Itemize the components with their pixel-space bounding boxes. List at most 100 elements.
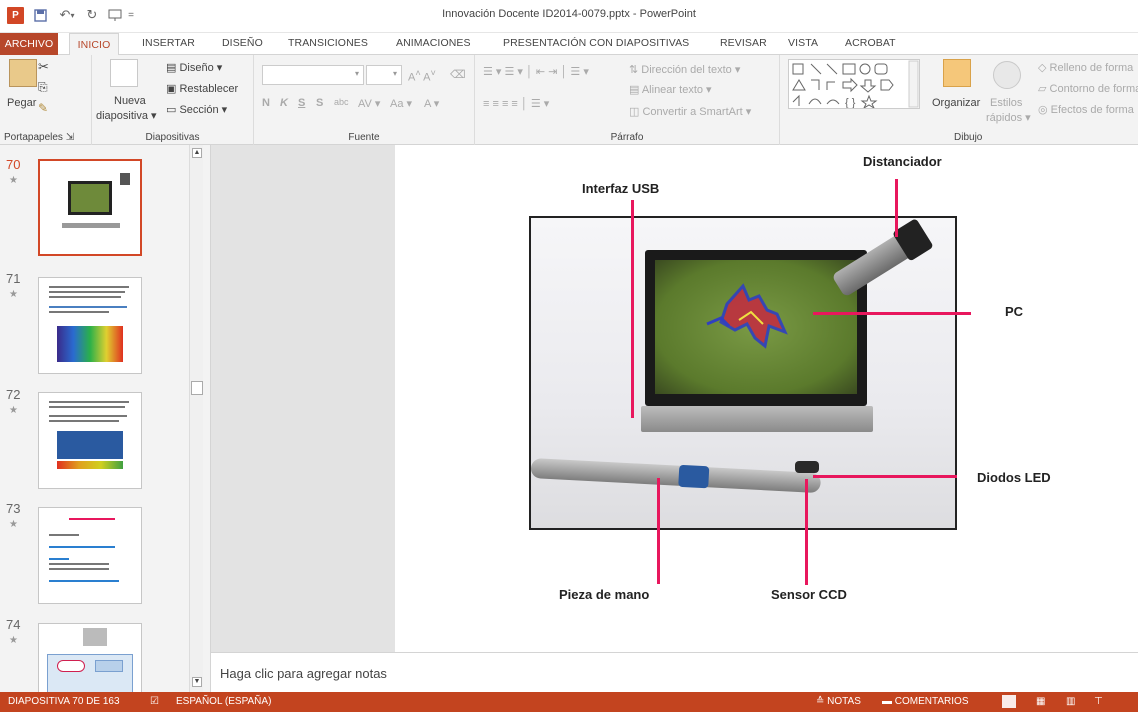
label-usb-interface: Interfaz USB xyxy=(582,181,660,196)
new-slide-label-1[interactable]: Nueva xyxy=(114,95,146,107)
text-direction-button[interactable]: ⇅ Dirección del texto ▾ xyxy=(629,63,740,76)
slide-sorter-icon[interactable]: ▦ xyxy=(1036,696,1045,707)
thumb-number-72: 72 xyxy=(6,387,21,402)
font-family-dropdown[interactable]: ▾ xyxy=(262,65,364,85)
caries-overlay xyxy=(706,283,788,349)
format-painter-icon[interactable]: ✎ xyxy=(38,101,48,115)
arrange-button[interactable]: Organizar xyxy=(932,97,980,109)
slide-thumbnail-72[interactable] xyxy=(38,392,142,489)
bold-button[interactable]: N xyxy=(262,97,270,109)
label-pc: PC xyxy=(1005,304,1024,319)
shapes-gallery[interactable]: { } xyxy=(788,59,920,110)
thumb-handpiece xyxy=(62,223,120,228)
thumb-laptop xyxy=(68,181,112,215)
quick-styles-label-2[interactable]: rápidos ▾ xyxy=(986,111,1031,124)
tab-insertar[interactable]: INSERTAR xyxy=(142,37,195,49)
slide-canvas[interactable]: Interfaz USB Distanciador PC Diodos LED … xyxy=(395,145,1138,652)
star-icon: ★ xyxy=(9,289,18,300)
star-icon: ★ xyxy=(9,519,18,530)
slide-thumbnail-70[interactable] xyxy=(38,159,142,256)
handpiece-tip xyxy=(795,461,819,473)
paste-button[interactable]: Pegar xyxy=(7,97,36,109)
align-text-button[interactable]: ▤ Alinear texto ▾ xyxy=(629,83,712,96)
italic-button[interactable]: K xyxy=(280,97,288,109)
layout-button[interactable]: ▤ Diseño ▾ xyxy=(166,61,222,74)
handpiece-blue-band xyxy=(678,464,710,489)
pointer-line-leds xyxy=(813,475,957,478)
new-slide-icon[interactable] xyxy=(110,59,138,87)
scroll-down-icon[interactable]: ▼ xyxy=(192,677,202,687)
thumb-number-74: 74 xyxy=(6,617,21,632)
svg-text:{ }: { } xyxy=(845,97,856,108)
slide-thumbnail-74[interactable] xyxy=(38,623,142,692)
star-icon: ★ xyxy=(9,405,18,416)
shape-outline-button[interactable]: ▱ Contorno de forma xyxy=(1038,82,1138,95)
pointer-line-handpiece xyxy=(657,478,660,584)
slide-thumbnail-71[interactable] xyxy=(38,277,142,374)
tab-transiciones[interactable]: TRANSICIONES xyxy=(288,37,368,49)
group-font: ▾ ▾ A˄ A˅ ⌫ N K S S abc AV ▾ Aa ▾ A ▾ Fu… xyxy=(254,55,475,145)
spacing-icon[interactable]: AV ▾ xyxy=(358,97,380,110)
tab-animaciones[interactable]: ANIMACIONES xyxy=(396,37,471,49)
star-icon: ★ xyxy=(9,175,18,186)
arrange-icon[interactable] xyxy=(943,59,971,87)
new-slide-label-2[interactable]: diapositiva ▾ xyxy=(96,109,157,122)
copy-icon[interactable]: ⎘ xyxy=(38,80,48,95)
comments-button[interactable]: ▬ COMENTARIOS xyxy=(882,696,969,707)
strikethrough-icon[interactable]: abc xyxy=(334,97,349,107)
font-size-dropdown[interactable]: ▾ xyxy=(366,65,402,85)
thumbnail-scrollbar[interactable]: ▲ ▼ xyxy=(189,145,203,692)
notes-pane[interactable]: Haga clic para agregar notas xyxy=(211,652,1138,692)
cut-icon[interactable]: ✂ xyxy=(38,59,49,75)
thumb-number-71: 71 xyxy=(6,271,21,286)
align-icons[interactable]: ≡ ≡ ≡ ≡ │ ☰ ▾ xyxy=(483,97,549,110)
title-bar: P ↶ ▾ ↻ = Innovación Docente ID2014-0079.… xyxy=(0,0,1138,33)
quick-styles-icon[interactable] xyxy=(993,61,1021,89)
slide-editing-area: Interfaz USB Distanciador PC Diodos LED … xyxy=(211,145,1138,652)
tab-vista[interactable]: VISTA xyxy=(788,37,818,49)
font-color-icon[interactable]: A ▾ xyxy=(424,97,439,110)
reset-button[interactable]: ▣ Restablecer xyxy=(166,82,238,95)
group-label-paragraph: Párrafo xyxy=(610,132,644,143)
scroll-up-icon[interactable]: ▲ xyxy=(192,148,202,158)
clear-format-icon[interactable]: ⌫ xyxy=(450,68,466,81)
tab-archivo[interactable]: ARCHIVO xyxy=(0,33,58,55)
device-photo xyxy=(529,216,957,530)
tab-diseno[interactable]: DISEÑO xyxy=(222,37,263,49)
grow-font-icon[interactable]: A˄ A˅ xyxy=(408,68,436,84)
group-label-drawing: Dibujo xyxy=(954,132,983,143)
underline-button[interactable]: S xyxy=(298,97,305,109)
slide-thumbnail-73[interactable] xyxy=(38,507,142,604)
group-drawing: { } Organizar Estilos rápidos ▾ ◇ Rellen… xyxy=(780,55,1138,145)
ribbon: Pegar ✂ ⎘ ✎ Portapapeles ⇲ Nueva diaposi… xyxy=(0,55,1138,145)
scroll-thumb[interactable] xyxy=(191,381,203,395)
group-label-font: Fuente xyxy=(348,132,380,143)
tab-inicio[interactable]: INICIO xyxy=(69,33,119,56)
smartart-button[interactable]: ◫ Convertir a SmartArt ▾ xyxy=(629,105,751,118)
section-button[interactable]: ▭ Sección ▾ xyxy=(166,103,227,116)
pointer-line-usb xyxy=(631,200,634,418)
shadow-button[interactable]: S xyxy=(316,97,323,109)
slideshow-view-icon[interactable]: ⊤ xyxy=(1094,696,1103,707)
tab-acrobat[interactable]: ACROBAT xyxy=(845,37,896,49)
shape-fill-button[interactable]: ◇ Relleno de forma xyxy=(1038,61,1133,74)
thumb-spacer xyxy=(120,173,130,185)
quick-styles-label-1[interactable]: Estilos xyxy=(990,97,1022,109)
paste-icon[interactable] xyxy=(9,59,37,87)
reading-view-icon[interactable]: ▥ xyxy=(1066,696,1075,707)
pointer-line-ccd xyxy=(805,479,808,585)
normal-view-icon[interactable] xyxy=(1002,695,1016,708)
tab-presentacion[interactable]: PRESENTACIÓN CON DIAPOSITIVAS xyxy=(503,37,689,49)
pointer-line-spacer xyxy=(895,179,898,237)
spell-check-icon[interactable]: ☑ xyxy=(150,696,159,707)
group-label-clipboard: Portapapeles ⇲ xyxy=(4,132,75,143)
language-indicator[interactable]: ESPAÑOL (ESPAÑA) xyxy=(176,696,271,707)
notes-placeholder[interactable]: Haga clic para agregar notas xyxy=(220,666,387,681)
notes-button[interactable]: ≙ NOTAS xyxy=(816,696,861,707)
window-title: Innovación Docente ID2014-0079.pptx - Po… xyxy=(442,8,696,20)
group-slides: Nueva diapositiva ▾ ▤ Diseño ▾ ▣ Restabl… xyxy=(92,55,254,145)
shape-effects-button[interactable]: ◎ Efectos de forma xyxy=(1038,103,1134,116)
tab-revisar[interactable]: REVISAR xyxy=(720,37,767,49)
bullets-icon[interactable]: ☰ ▾ ☰ ▾ │ ⇤ ⇥ │ ☰ ▾ xyxy=(483,65,589,78)
change-case-button[interactable]: Aa ▾ xyxy=(390,97,412,110)
